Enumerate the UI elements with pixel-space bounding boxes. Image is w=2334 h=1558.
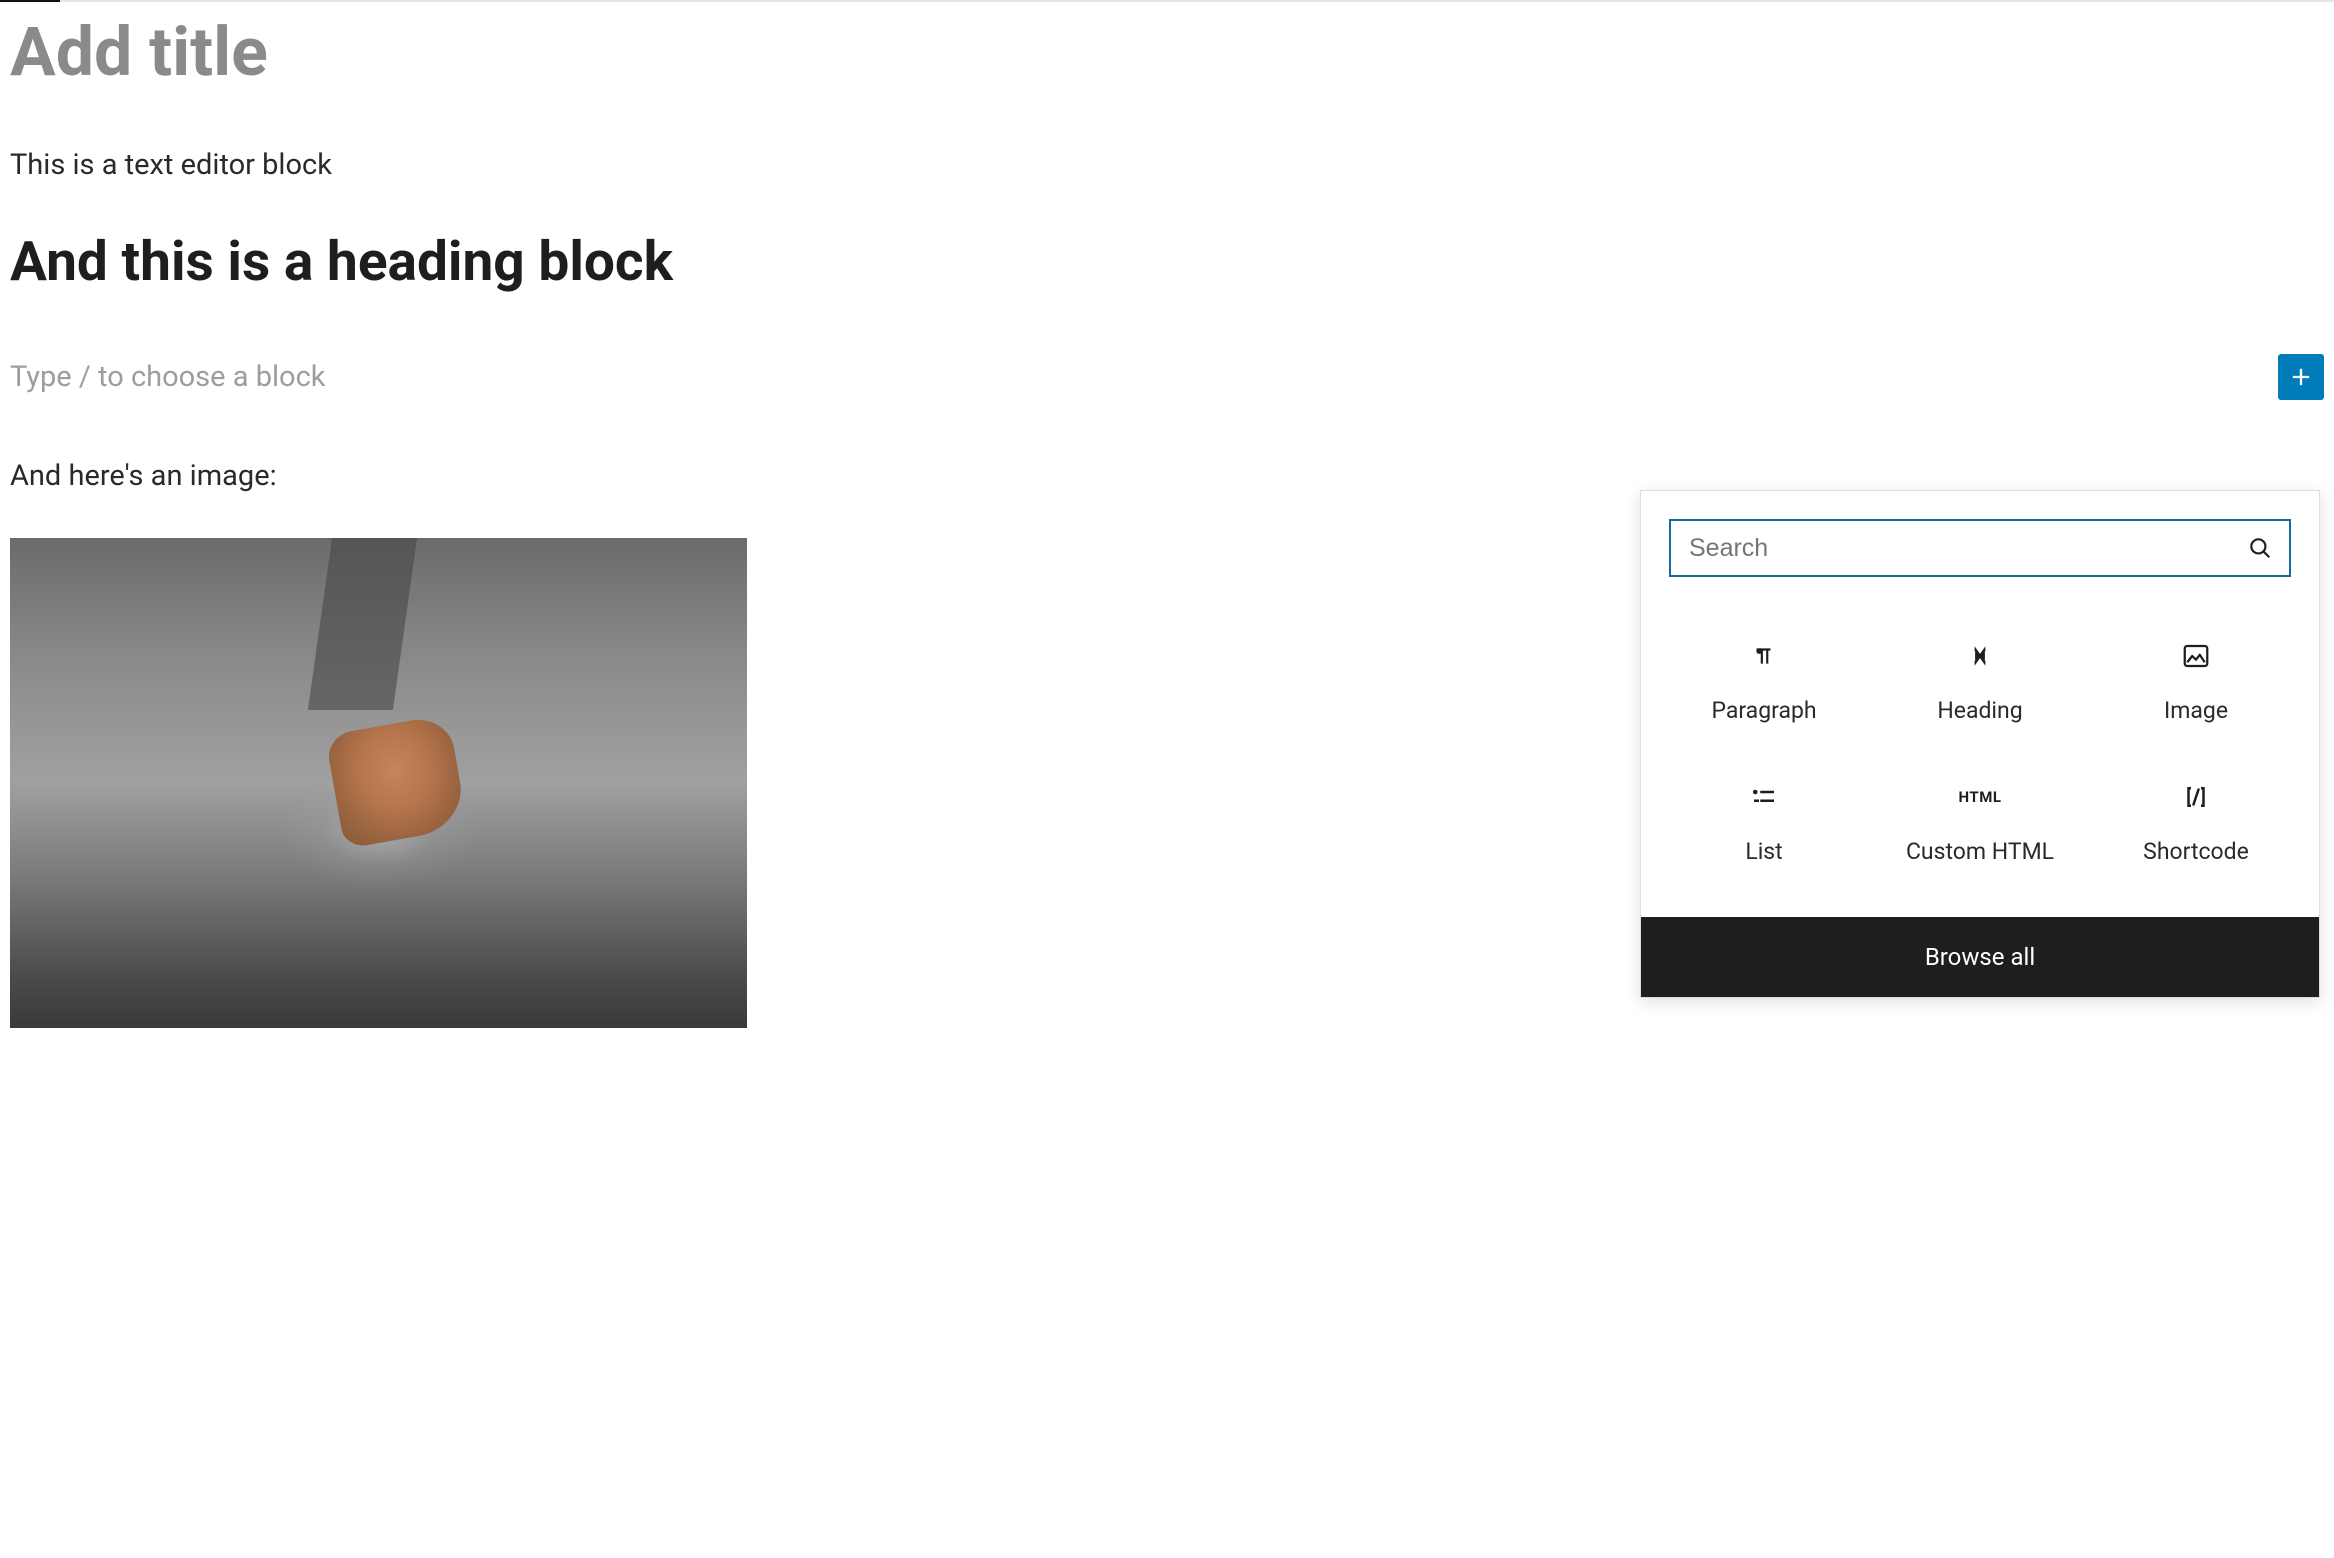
block-item-image[interactable]: Image [2093,615,2299,746]
block-label: List [1745,838,1782,865]
inserter-search-row [1641,491,2319,605]
block-inserter-popover: Paragraph Heading Image [1640,490,2320,998]
add-block-button[interactable] [2278,354,2324,400]
html-icon: HTML [1961,778,1999,816]
block-label: Paragraph [1711,697,1816,724]
block-label: Shortcode [2143,838,2249,865]
block-placeholder-text[interactable]: Type / to choose a block [10,360,2278,394]
block-search-input[interactable] [1669,519,2291,577]
plus-icon [2287,363,2315,391]
block-item-paragraph[interactable]: Paragraph [1661,615,1867,746]
block-item-custom-html[interactable]: HTML Custom HTML [1877,756,2083,887]
block-label: Heading [1937,697,2022,724]
list-icon [1745,778,1783,816]
post-title-input[interactable]: Add title [10,12,2324,94]
top-border [0,0,2334,2]
block-item-list[interactable]: List [1661,756,1867,887]
paragraph-icon [1745,637,1783,675]
image-block[interactable] [10,538,747,1028]
browse-all-button[interactable]: Browse all [1641,917,2319,997]
block-label: Custom HTML [1906,838,2054,865]
image-icon [2177,637,2215,675]
empty-block-row: Type / to choose a block [10,354,2324,400]
block-item-shortcode[interactable]: Shortcode [2093,756,2299,887]
image-content [279,772,479,892]
paragraph-block[interactable]: This is a text editor block [10,144,2324,188]
heading-icon [1961,637,1999,675]
block-item-heading[interactable]: Heading [1877,615,2083,746]
block-label: Image [2164,697,2228,724]
block-grid: Paragraph Heading Image [1641,605,2319,917]
search-icon [2247,535,2273,561]
heading-block[interactable]: And this is a heading block [10,227,2324,299]
shortcode-icon [2177,778,2215,816]
